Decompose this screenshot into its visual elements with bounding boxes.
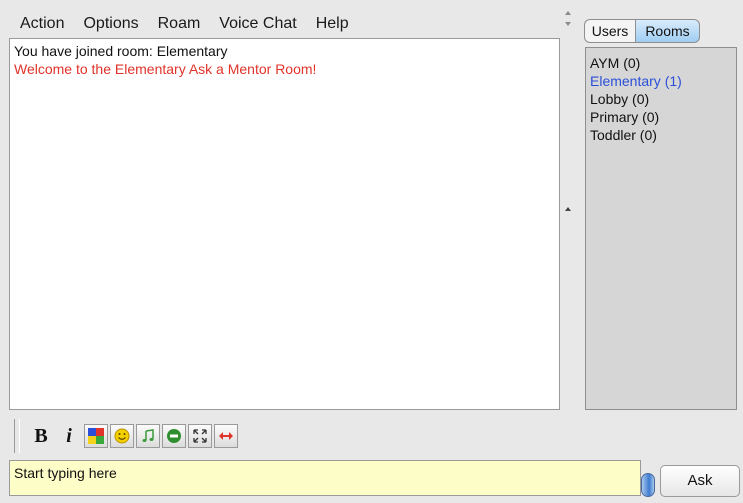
fullscreen-button[interactable] — [188, 424, 212, 448]
room-item-elementary[interactable]: Elementary (1) — [590, 72, 732, 90]
bold-button[interactable]: B — [28, 424, 54, 448]
expand-icon — [193, 429, 207, 443]
emoticon-button[interactable] — [110, 424, 134, 448]
collapse-down-icon[interactable] — [565, 22, 571, 26]
divider-grip-icon — [565, 207, 571, 211]
stop-icon — [167, 429, 181, 443]
tab-rooms[interactable]: Rooms — [635, 19, 700, 43]
input-scroll-knob[interactable] — [641, 473, 655, 497]
room-item-aym[interactable]: AYM (0) — [590, 54, 732, 72]
italic-button[interactable]: i — [56, 424, 82, 448]
menu-bar: Action Options Roam Voice Chat Help — [0, 0, 562, 38]
room-item-toddler[interactable]: Toddler (0) — [590, 126, 732, 144]
music-note-icon — [142, 429, 154, 442]
ask-button[interactable]: Ask — [660, 465, 740, 497]
menu-voice-chat[interactable]: Voice Chat — [209, 14, 305, 38]
format-toolbar: B i — [28, 424, 238, 448]
collapse-up-icon[interactable] — [565, 11, 571, 15]
panel-tabs: Users Rooms — [584, 19, 700, 43]
swap-button[interactable] — [214, 424, 238, 448]
room-item-lobby[interactable]: Lobby (0) — [590, 90, 732, 108]
chat-message-system: You have joined room: Elementary — [14, 43, 228, 59]
away-status-button[interactable] — [162, 424, 186, 448]
sound-button[interactable] — [136, 424, 160, 448]
toolbar-grip — [14, 419, 20, 453]
split-pane-divider[interactable] — [561, 0, 583, 420]
chat-log[interactable]: You have joined room: Elementary Welcome… — [9, 38, 560, 410]
chat-message-welcome: Welcome to the Elementary Ask a Mentor R… — [14, 61, 317, 77]
message-input[interactable]: Start typing here — [9, 460, 641, 496]
menu-options[interactable]: Options — [73, 14, 147, 38]
text-color-button[interactable] — [84, 424, 108, 448]
menu-action[interactable]: Action — [10, 14, 73, 38]
swap-arrows-icon — [219, 432, 233, 440]
color-palette-icon — [88, 428, 104, 444]
smiley-icon — [114, 428, 130, 444]
tab-users[interactable]: Users — [584, 19, 635, 43]
menu-help[interactable]: Help — [306, 14, 358, 38]
room-item-primary[interactable]: Primary (0) — [590, 108, 732, 126]
menu-roam[interactable]: Roam — [148, 14, 210, 38]
rooms-list: AYM (0) Elementary (1) Lobby (0) Primary… — [585, 47, 737, 410]
